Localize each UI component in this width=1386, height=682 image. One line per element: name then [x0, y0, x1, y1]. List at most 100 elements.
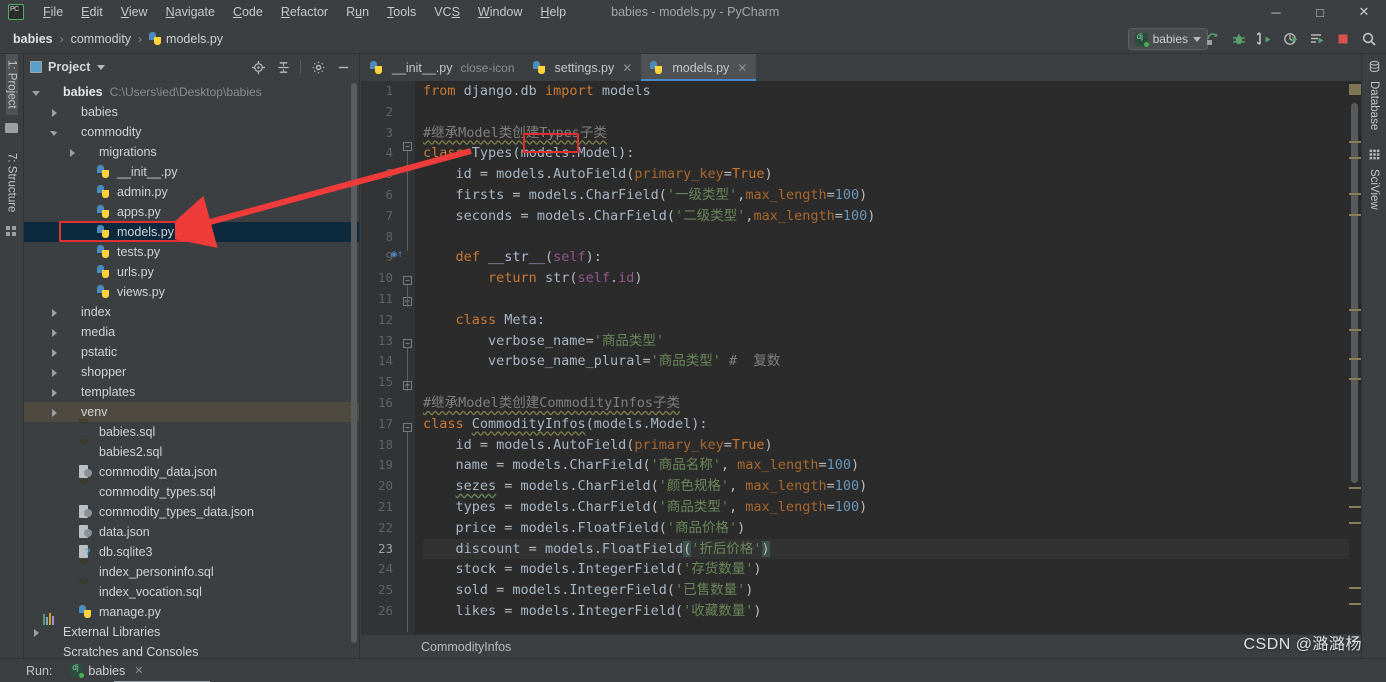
menu-navigate[interactable]: Navigate [157, 2, 224, 22]
maximize-button[interactable]: □ [1298, 0, 1342, 24]
tree-item-babies-sql[interactable]: babies.sql [24, 422, 359, 442]
sidebar-tab-structure[interactable]: 7: Structure [6, 147, 18, 218]
breadcrumb-item-babies[interactable]: babies [10, 32, 56, 46]
chevron-down-icon[interactable] [97, 64, 106, 70]
search-everywhere-icon[interactable] [1358, 28, 1380, 50]
hide-panel-icon[interactable] [335, 59, 351, 75]
tree-item-label: babies [63, 85, 103, 99]
editor-bottom-breadcrumb[interactable]: CommodityInfos [361, 634, 1361, 658]
tree-item-babies[interactable]: babies C:\Users\ied\Desktop\babies [24, 82, 359, 102]
tree-item-views-py[interactable]: views.py [24, 282, 359, 302]
editor-tab-models[interactable]: models.py ✕ [641, 54, 757, 81]
close-button[interactable]: ✕ [1342, 0, 1386, 24]
tree-item-scratches-and-consoles[interactable]: Scratches and Consoles [24, 642, 359, 658]
tree-item-external-libraries[interactable]: External Libraries [24, 613, 359, 642]
run-configuration-selector[interactable]: babies [1127, 28, 1208, 50]
fold-marker[interactable]: − [403, 276, 412, 285]
tree-item-venv[interactable]: venv [24, 402, 359, 422]
tree-item-admin-py[interactable]: admin.py [24, 182, 359, 202]
menu-run[interactable]: Run [337, 2, 378, 22]
editor-tab-init[interactable]: __init__.py close-icon [361, 54, 524, 81]
sidebar-tab-sciview[interactable]: SciView [1368, 148, 1381, 210]
tree-item-babies2-sql[interactable]: babies2.sql [24, 442, 359, 462]
chevron-right-icon[interactable] [30, 626, 43, 639]
tree-item-manage-py[interactable]: manage.py [24, 602, 359, 622]
breadcrumb-item-commodity[interactable]: commodity [68, 32, 134, 46]
locate-file-icon[interactable] [250, 59, 266, 75]
update-project-icon[interactable] [1202, 28, 1224, 50]
menu-vcs[interactable]: VCS [425, 2, 469, 22]
tree-item-tests-py[interactable]: tests.py [24, 242, 359, 262]
editor-tab-settings[interactable]: settings.py ✕ [524, 54, 642, 81]
project-tree-scrollbar[interactable] [351, 83, 357, 643]
chevron-right-icon[interactable] [48, 346, 61, 359]
tree-item-commodity-types-data-json[interactable]: commodity_types_data.json [24, 502, 359, 522]
tree-item-commodity-types-sql[interactable]: commodity_types.sql [24, 482, 359, 502]
tree-item-shopper[interactable]: shopper [24, 362, 359, 382]
chevron-right-icon[interactable] [48, 406, 61, 419]
tree-item-db-sqlite3[interactable]: db.sqlite3 [24, 542, 359, 562]
tree-item-commodity[interactable]: commodity [24, 122, 359, 142]
chevron-right-icon[interactable] [48, 326, 61, 339]
minimize-button[interactable]: ─ [1254, 0, 1298, 24]
coverage-icon[interactable] [1280, 28, 1302, 50]
tree-item-pstatic[interactable]: pstatic [24, 342, 359, 362]
tree-item-data-json[interactable]: data.json [24, 522, 359, 542]
editor-vertical-scrollbar[interactable] [1349, 81, 1361, 634]
gutter-line-number: 2 [385, 103, 393, 119]
tree-item-media[interactable]: media [24, 322, 359, 342]
close-icon[interactable]: ✕ [737, 61, 747, 75]
sidebar-tab-database[interactable]: Database [1368, 60, 1381, 130]
tree-item-commodity-data-json[interactable]: commodity_data.json [24, 462, 359, 482]
run-icon[interactable] [1254, 28, 1276, 50]
editor-gutter[interactable]: 1 2 3 4 5 6 7 8 9 10 11 12 13 14 15 16 17 18 19 20 21 22 23 24 2… [361, 81, 415, 634]
close-icon[interactable]: close-icon [460, 61, 514, 75]
code-editor[interactable]: 1 2 3 4 5 6 7 8 9 10 11 12 13 14 15 16 17 18 19 20 21 22 23 24 2… [361, 81, 1361, 634]
editor-tab-label: models.py [672, 60, 730, 75]
fold-marker[interactable]: − [403, 423, 412, 432]
code-content[interactable]: from django.db import models #继承Model类创建… [415, 81, 1361, 634]
menu-window[interactable]: Window [469, 2, 531, 22]
chevron-right-icon[interactable] [48, 386, 61, 399]
override-method-icon[interactable]: ◉↑ [391, 249, 403, 260]
tree-item-label: venv [81, 405, 108, 419]
tree-item--init-py[interactable]: __init__.py [24, 162, 359, 182]
tree-arrow-placeholder [66, 566, 79, 579]
menu-refactor[interactable]: Refactor [272, 2, 337, 22]
project-tree[interactable]: babies C:\Users\ied\Desktop\babies babies c… [24, 80, 359, 658]
menu-file[interactable]: File [34, 2, 72, 22]
debug-icon[interactable] [1228, 28, 1250, 50]
tree-item-templates[interactable]: templates [24, 382, 359, 402]
menu-code[interactable]: Code [224, 2, 272, 22]
code-line: sold = models.IntegerField('已售数量') [455, 582, 754, 599]
menu-view[interactable]: View [112, 2, 157, 22]
menu-tools[interactable]: Tools [378, 2, 425, 22]
chevron-down-icon[interactable] [30, 86, 43, 99]
tree-item-label: External Libraries [63, 625, 161, 639]
collapse-all-icon[interactable] [275, 59, 291, 75]
tree-item-apps-py[interactable]: apps.py [24, 202, 359, 222]
close-icon[interactable]: ✕ [134, 664, 143, 677]
tree-item-babies[interactable]: babies [24, 102, 359, 122]
stop-icon[interactable] [1332, 28, 1354, 50]
tree-item-urls-py[interactable]: urls.py [24, 262, 359, 282]
profile-icon[interactable] [1306, 28, 1328, 50]
tree-item-index-vocation-sql[interactable]: index_vocation.sql [24, 582, 359, 602]
tree-item-migrations[interactable]: migrations [24, 142, 359, 162]
python-file-icon [149, 31, 162, 46]
menu-help[interactable]: Help [531, 2, 575, 22]
run-tab-babies[interactable]: babies ✕ [70, 663, 211, 682]
tree-item-index[interactable]: index [24, 302, 359, 322]
settings-gear-icon[interactable] [310, 59, 326, 75]
tree-item-label: apps.py [117, 205, 161, 219]
sidebar-tab-database-label: Database [1368, 81, 1380, 131]
fold-marker[interactable]: ⌐ [403, 381, 412, 390]
close-icon[interactable]: ✕ [622, 61, 632, 75]
fold-marker[interactable]: − [403, 142, 412, 151]
project-tool-window: Project babies C:\Users\ied\Desktop\babi… [24, 54, 360, 658]
breadcrumb-item-models[interactable]: models.py [146, 31, 226, 46]
menu-edit[interactable]: Edit [72, 2, 112, 22]
tree-item-models-py[interactable]: models.py [24, 222, 359, 242]
tree-item-index-personinfo-sql[interactable]: index_personinfo.sql [24, 562, 359, 582]
sidebar-tab-project[interactable]: 1: Project [5, 54, 18, 115]
